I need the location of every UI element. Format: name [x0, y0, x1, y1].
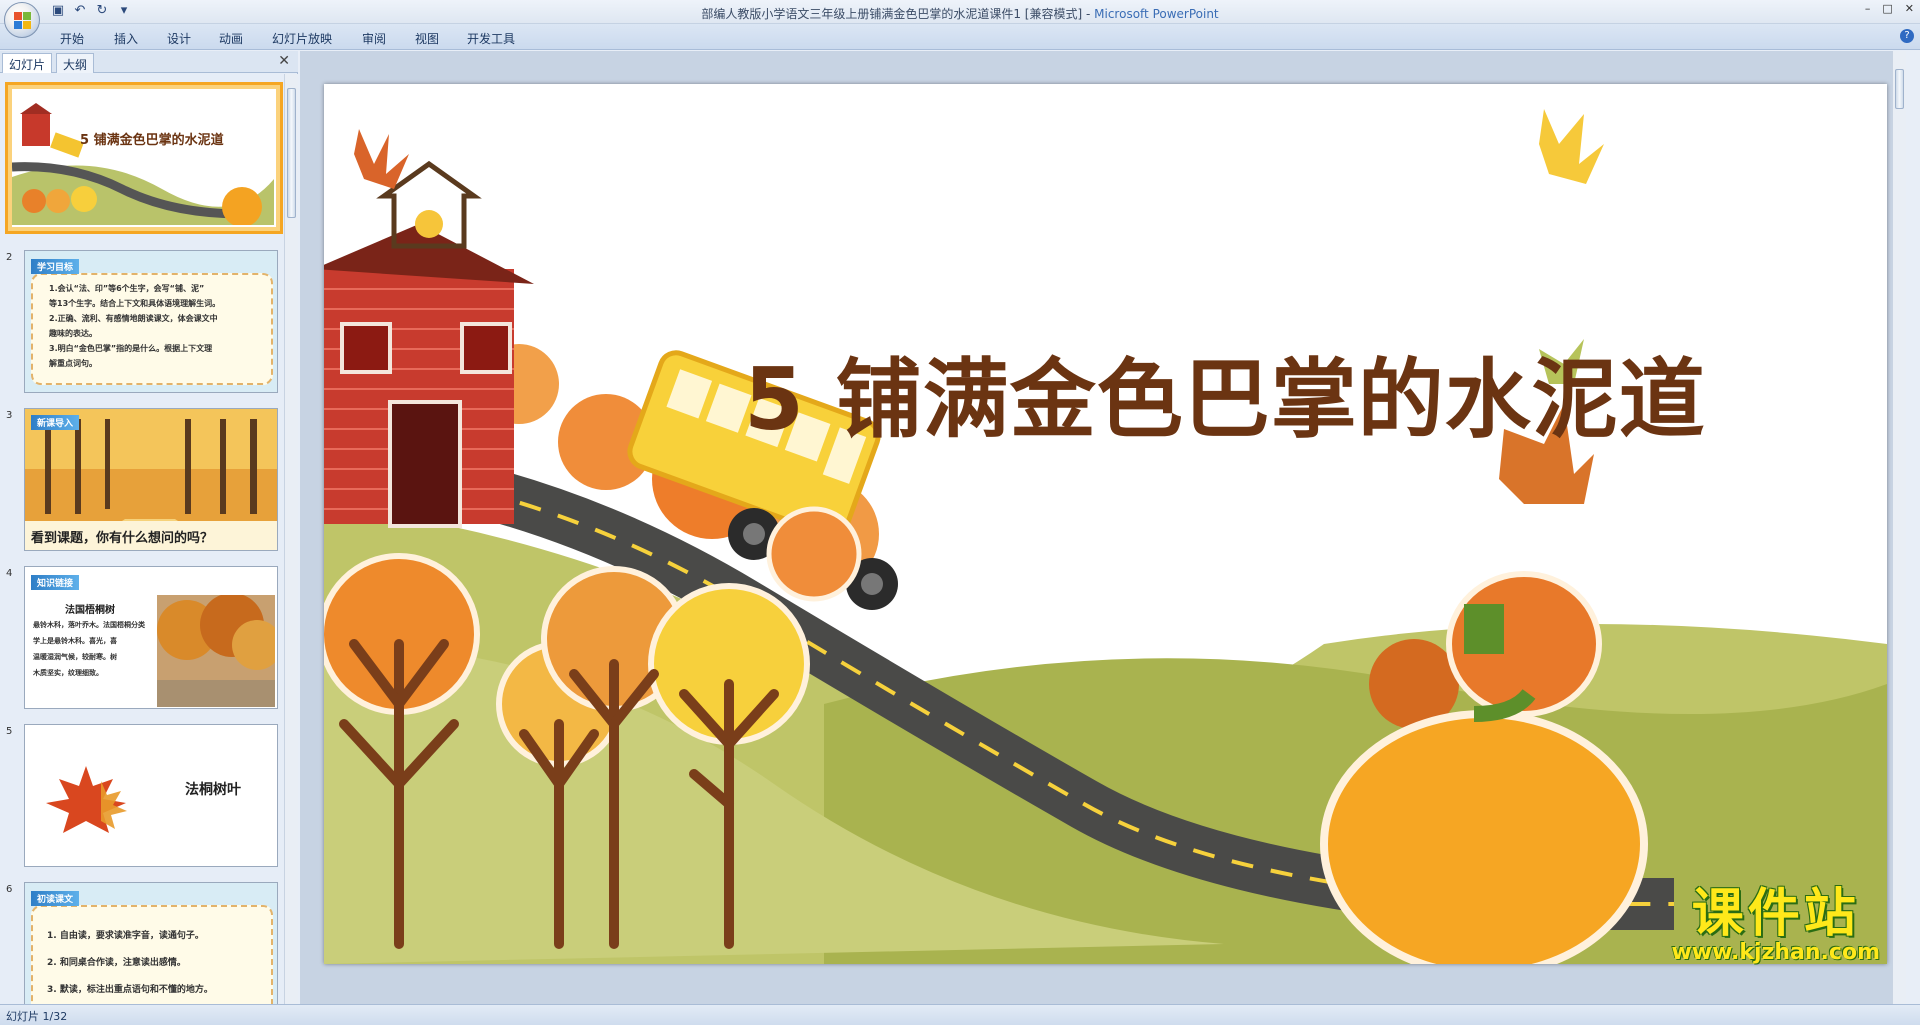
slide-thumbnail-4[interactable]: 知识链接 法国梧桐树 悬铃木科，落叶乔木。法国梧桐分类 学上是悬铃木科。喜光，喜温…	[24, 566, 278, 709]
office-button[interactable]	[4, 2, 40, 38]
thumb-caption: 看到课题，你有什么想问的吗？	[31, 531, 214, 546]
editor-scrollbar[interactable]	[1892, 51, 1906, 1004]
thumb-number: 3	[6, 410, 13, 421]
slide-thumbnail-3[interactable]: 新课导入 看到课题，你有什么想问的吗？	[24, 408, 278, 551]
ribbon-tabs: 开始 插入 设计 动画 幻灯片放映 审阅 视图 开发工具 ?	[0, 24, 1920, 50]
tab-slideshow[interactable]: 幻灯片放映	[272, 30, 332, 47]
thumb4-photo	[157, 595, 275, 707]
tab-view[interactable]: 视图	[415, 30, 439, 47]
thumb-text: 悬铃木科，落叶乔木。法国梧桐分类 学上是悬铃木科。喜光，喜 温暖湿润气候，较耐寒。树…	[33, 621, 145, 677]
thumb-number: 4	[6, 568, 13, 579]
thumb-label: 新课导入	[31, 415, 80, 430]
slide-counter: 幻灯片 1/32	[6, 1010, 68, 1023]
watermark-text: 课件站	[1691, 883, 1860, 944]
thumb-label: 学习目标	[31, 259, 80, 274]
slide-editor: 5 铺满金色巴掌的水泥道 课件站 www.kjzhan.com	[300, 51, 1906, 1004]
minimize-button[interactable]: –	[1865, 2, 1871, 15]
thumb-number: 5	[6, 726, 13, 737]
window-title: 部编人教版小学语文三年级上册铺满金色巴掌的水泥道课件1 [兼容模式] - Mic…	[701, 7, 1219, 21]
thumbnail-list: 1 5 铺满金色巴掌的水泥道 2 学习目标 1.	[0, 74, 298, 1004]
tab-animations[interactable]: 动画	[219, 30, 243, 47]
maximize-button[interactable]: □	[1882, 2, 1892, 15]
slide-thumbnail-2[interactable]: 学习目标 1.会认“法、印”等6个生字，会写“铺、泥” 等13个生字。结合上下文和…	[24, 250, 278, 393]
thumb-caption: 法桐树叶	[185, 782, 241, 798]
maple-leaf-icon	[46, 766, 127, 833]
thumb-label: 知识链接	[31, 575, 80, 590]
scrollbar-thumb[interactable]	[287, 88, 296, 218]
tab-design[interactable]: 设计	[167, 30, 191, 47]
slide-thumbnail-1[interactable]: 5 铺满金色巴掌的水泥道	[5, 82, 283, 234]
thumb-heading: 法国梧桐树	[65, 605, 115, 616]
tab-home[interactable]: 开始	[60, 30, 84, 47]
thumb-number: 6	[6, 884, 13, 895]
slides-pane: 幻灯片 大纲 ✕ 1 5 铺满金色巴掌的水泥道 2	[0, 51, 298, 1004]
scrollbar-thumb[interactable]	[1895, 69, 1904, 109]
slide-illustration	[324, 109, 1887, 964]
tab-review[interactable]: 审阅	[362, 30, 386, 47]
pane-close-icon[interactable]: ✕	[278, 53, 290, 69]
thumb-title: 5 铺满金色巴掌的水泥道	[80, 133, 224, 148]
window-controls: – □ ✕	[1865, 2, 1914, 15]
close-button[interactable]: ✕	[1905, 2, 1914, 15]
slide-thumbnail-6[interactable]: 初读课文 1. 自由读，要求读准字音，读通句子。 2. 和同桌合作读，注意读出感情…	[24, 882, 278, 1004]
tab-developer[interactable]: 开发工具	[467, 30, 515, 47]
watermark-logo: 课件站 www.kjzhan.com	[1671, 886, 1880, 964]
slide-title[interactable]: 5 铺满金色巴掌的水泥道	[744, 329, 1706, 454]
status-bar: 幻灯片 1/32	[0, 1004, 1920, 1025]
tab-outline[interactable]: 大纲	[56, 53, 95, 73]
slide-thumbnail-5[interactable]: 法桐树叶	[24, 724, 278, 867]
watermark-url: www.kjzhan.com	[1671, 940, 1880, 965]
office-logo-icon	[14, 12, 31, 29]
tab-insert[interactable]: 插入	[114, 30, 138, 47]
pane-tabs: 幻灯片 大纲 ✕	[0, 51, 298, 73]
help-icon[interactable]: ?	[1900, 29, 1914, 43]
thumb1-scene	[12, 103, 274, 227]
thumb-text: 1. 自由读，要求读准字音，读通句子。 2. 和同桌合作读，注意读出感情。 3. 默…	[47, 931, 213, 995]
thumb-label: 初读课文	[31, 891, 80, 906]
thumb-text: 1.会认“法、印”等6个生字，会写“铺、泥” 等13个生字。结合上下文和具体语境理…	[49, 284, 221, 368]
thumbnail-scrollbar[interactable]	[284, 74, 298, 1004]
tab-slides[interactable]: 幻灯片	[2, 53, 53, 73]
current-slide[interactable]: 5 铺满金色巴掌的水泥道	[324, 84, 1887, 964]
title-bar: ▣ ↶ ↻ ▾ 部编人教版小学语文三年级上册铺满金色巴掌的水泥道课件1 [兼容模…	[0, 0, 1920, 24]
thumb-number: 2	[6, 252, 13, 263]
